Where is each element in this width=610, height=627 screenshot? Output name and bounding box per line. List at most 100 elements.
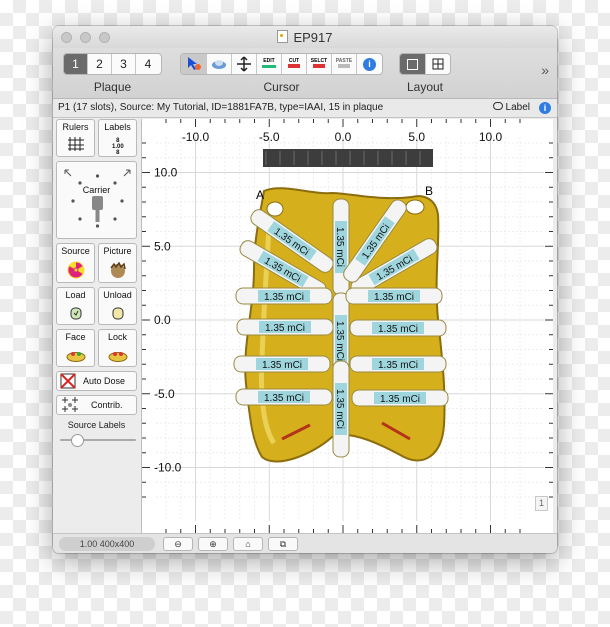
lock-plaque-icon: [108, 352, 128, 362]
window-title: EP917: [53, 30, 557, 45]
seed-slot[interactable]: 1.35 mCi: [236, 318, 334, 336]
labels-value-icon: 8 1.00 8: [112, 138, 124, 156]
plaque-segmented-control: 1 2 3 4: [63, 53, 162, 75]
fit-view-icon: ⧉: [279, 539, 287, 549]
edit-tool-text: EDIT: [263, 58, 275, 64]
seed-label: 1.35 mCi: [380, 394, 420, 405]
x-tick-label: 10.0: [479, 130, 503, 144]
status-bar: 1.00 400x400 ⊖ ⊕ ⌂ ⧉: [53, 533, 557, 553]
cursor-group-label: Cursor: [263, 80, 300, 94]
source-labels-title: Source Labels: [67, 420, 126, 430]
paste-tool-button[interactable]: PASTE: [332, 54, 357, 74]
layout-grid-button[interactable]: [426, 54, 451, 74]
cut-tool-button[interactable]: CUT: [282, 54, 307, 74]
plaque-button-4[interactable]: 4: [136, 54, 160, 74]
unload-button[interactable]: Unload: [98, 287, 137, 325]
plaque-plot[interactable]: -10.0 -5.0 0.0 5.0 10.0 10.0 5.0 0.0 -5.0 -10.0 A…: [142, 119, 553, 533]
zoom-readout: 1.00 400x400: [59, 537, 155, 551]
toolbar: 1 2 3 4 Plaque EDIT CUT SELCT PASTE i Cu…: [53, 48, 557, 99]
eye-plaque-button[interactable]: [207, 54, 232, 74]
plaque-info-text: P1 (17 slots), Source: My Tutorial, ID=1…: [58, 102, 384, 113]
load-plaque-icon: [70, 307, 82, 320]
source-labels-slider-knob[interactable]: [70, 434, 84, 447]
seed-label: 1.35 mCi: [264, 292, 304, 303]
labels-button[interactable]: Labels 8 1.00 8: [98, 119, 137, 157]
label-button[interactable]: Label: [492, 102, 530, 113]
seed-slot[interactable]: 1.35 mCi: [351, 389, 449, 407]
info-icon: i: [363, 57, 376, 71]
plaque-button-3[interactable]: 3: [112, 54, 136, 74]
radiation-icon: [67, 261, 85, 279]
corner-label-a: A: [256, 188, 264, 202]
home-icon: ⌂: [245, 539, 251, 549]
unload-label: Unload: [103, 290, 132, 300]
seed-label: 1.35 mCi: [334, 389, 345, 429]
contrib-icon: [62, 397, 78, 412]
seed-slot[interactable]: 1.35 mCi: [332, 360, 350, 458]
y-tick-label: 5.0: [154, 239, 171, 253]
y-tick-label: 0.0: [154, 313, 171, 327]
seed-slot[interactable]: 1.35 mCi: [235, 287, 333, 305]
select-tool-button[interactable]: SELCT: [307, 54, 332, 74]
move-tool-button[interactable]: [232, 54, 257, 74]
auto-dose-icon: [60, 373, 76, 389]
single-pane-icon: [406, 58, 418, 70]
seed-slot[interactable]: 1.35 mCi: [235, 388, 333, 406]
select-tool-icon: SELCT: [311, 58, 327, 70]
select-cursor-icon: [187, 57, 201, 70]
load-label: Load: [65, 290, 86, 300]
layout-segmented-control: [399, 53, 451, 75]
select-cursor-button[interactable]: [181, 54, 207, 74]
source-button[interactable]: Source: [56, 243, 95, 283]
lock-button[interactable]: Lock: [98, 329, 137, 367]
plaque-group-label: Plaque: [93, 80, 132, 94]
auto-dose-button[interactable]: Auto Dose: [56, 371, 137, 391]
source-label: Source: [61, 246, 90, 256]
x-tick-label: -5.0: [259, 130, 280, 144]
sidebar: Rulers Labels 8 1.00 8 Carrier Source Pict…: [56, 119, 140, 533]
load-button[interactable]: Load: [56, 287, 95, 325]
carrier-label: Carrier: [82, 185, 111, 195]
picture-button[interactable]: Picture: [98, 243, 137, 283]
seed-slot[interactable]: 1.35 mCi: [345, 287, 443, 305]
seed-label: 1.35 mCi: [262, 360, 302, 371]
plaque-scale-bar: [263, 149, 433, 167]
info-tool-button[interactable]: i: [357, 54, 382, 74]
y-tick-label: 10.0: [154, 166, 178, 180]
seed-slot[interactable]: 1.35 mCi: [349, 319, 447, 337]
document-icon: [277, 30, 289, 43]
seed-label: 1.35 mCi: [265, 323, 305, 334]
x-tick-label: 5.0: [408, 130, 425, 144]
carrier-button[interactable]: Carrier: [56, 161, 137, 239]
toolbar-overflow-icon[interactable]: »: [541, 62, 549, 78]
seed-slot[interactable]: 1.35 mCi: [233, 355, 331, 373]
seed-slot[interactable]: 1.35 mCi: [349, 355, 447, 373]
face-label: Face: [65, 332, 86, 342]
home-view-button[interactable]: ⌂: [233, 537, 263, 551]
seed-slot[interactable]: 1.35 mCi: [332, 198, 350, 296]
info-icon[interactable]: i: [539, 102, 551, 114]
layout-single-button[interactable]: [400, 54, 426, 74]
edit-tool-icon: EDIT: [262, 58, 276, 70]
fit-view-button[interactable]: ⧉: [268, 537, 298, 551]
info-bar: P1 (17 slots), Source: My Tutorial, ID=1…: [53, 99, 557, 118]
picture-label: Picture: [103, 246, 132, 256]
edit-tool-button[interactable]: EDIT: [257, 54, 282, 74]
seed-label: 1.35 mCi: [264, 393, 304, 404]
carrier-dial-icon: [64, 169, 131, 228]
zoom-in-button[interactable]: ⊕: [198, 537, 228, 551]
zoom-out-icon: ⊖: [174, 539, 182, 549]
zoom-out-button[interactable]: ⊖: [163, 537, 193, 551]
plaque-button-2[interactable]: 2: [88, 54, 112, 74]
corner-label-b: B: [425, 184, 433, 198]
contrib-button[interactable]: Contrib.: [56, 395, 137, 415]
plaque-eyelet-right: [405, 199, 425, 215]
x-tick-label: -10.0: [182, 130, 210, 144]
rulers-button[interactable]: Rulers: [56, 119, 95, 157]
face-button[interactable]: Face: [56, 329, 95, 367]
source-labels-slider[interactable]: [60, 434, 136, 447]
picture-icon: [110, 261, 126, 278]
plaque-button-1[interactable]: 1: [64, 54, 88, 74]
plaque-group[interactable]: A B 1.35 mCi 1.35 mCi 1.35 mCi 1.35 mCi 1.35…: [233, 149, 449, 463]
plaque-canvas[interactable]: -10.0 -5.0 0.0 5.0 10.0 10.0 5.0 0.0 -5.0 -10.0 A…: [141, 119, 553, 533]
